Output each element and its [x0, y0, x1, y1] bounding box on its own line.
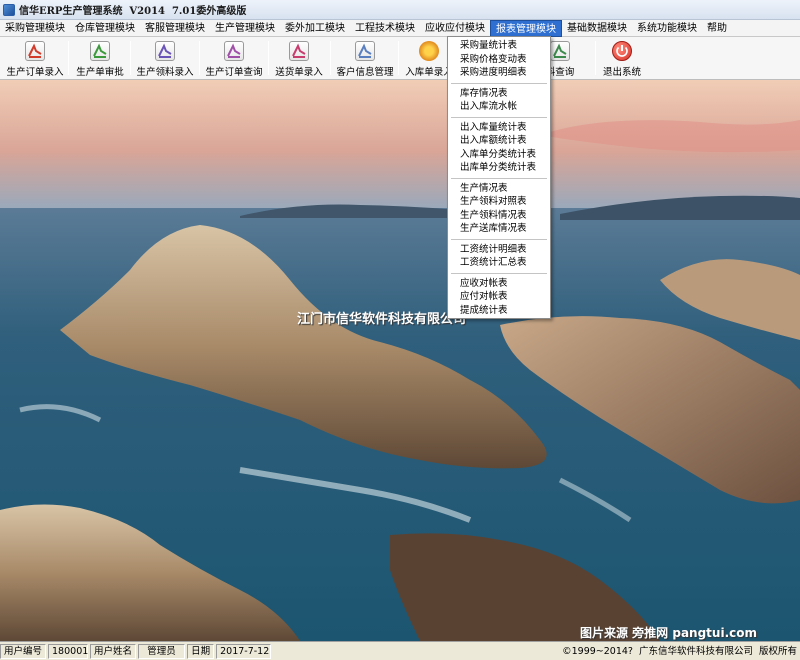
- image-source-watermark: 图片来源 旁推网 pangtui.com: [580, 626, 757, 640]
- report-menu-item[interactable]: 生产领料情况表: [448, 209, 550, 223]
- toolbar-separator: [268, 41, 269, 75]
- production-order-entry-button[interactable]: 生产订单录入: [2, 39, 68, 78]
- toolbar-separator: [595, 41, 596, 75]
- report-menu-item[interactable]: 工资统计汇总表: [448, 256, 550, 270]
- user-id-value: 180001: [48, 643, 88, 659]
- desktop-background: 江门市信华软件科技有限公司 图片来源 旁推网 pangtui.com: [0, 80, 800, 641]
- exit-system-button[interactable]: 退出系统: [597, 39, 647, 78]
- date-label: 日期: [187, 643, 215, 659]
- customer-document-icon: [355, 41, 375, 61]
- report-menu-item[interactable]: 应收对帐表: [448, 277, 550, 291]
- approve-document-icon: [90, 41, 110, 61]
- window-title: 信华ERP生产管理系统 V2014 7.01委外高级版: [19, 6, 247, 17]
- toolbar-button-label: 送货单录入: [275, 67, 323, 78]
- production-order-approval-button[interactable]: 生产单审批: [70, 39, 130, 78]
- toolbar: 生产订单录入 生产单审批 生产领料录入 生产订单查询 送货单录入 客户信息管理 入库单录入料…: [0, 37, 800, 80]
- report-menu-item[interactable]: 工资统计明细表: [448, 243, 550, 257]
- menu-system[interactable]: 系统功能模块: [632, 20, 702, 37]
- requisition-document-icon: [155, 41, 175, 61]
- delivery-note-entry-button[interactable]: 送货单录入: [270, 39, 328, 78]
- report-menu-item[interactable]: 生产领料对照表: [448, 195, 550, 209]
- menu-customer-service[interactable]: 客服管理模块: [140, 20, 210, 37]
- menu-separator: [451, 82, 547, 84]
- menu-outsourcing[interactable]: 委外加工模块: [280, 20, 350, 37]
- rights-text: 版权所有: [758, 645, 797, 657]
- menu-purchase[interactable]: 采购管理模块: [0, 20, 70, 37]
- material-query-icon: [550, 41, 570, 61]
- menu-separator: [451, 116, 547, 118]
- toolbar-button-label: 生产领料录入: [136, 67, 194, 78]
- toolbar-separator: [130, 41, 131, 75]
- menu-warehouse[interactable]: 仓库管理模块: [70, 20, 140, 37]
- report-menu-item[interactable]: 应付对帐表: [448, 290, 550, 304]
- toolbar-button-label: 生产订单查询: [205, 67, 263, 78]
- toolbar-separator: [68, 41, 69, 75]
- toolbar-button-label: 入库单录入: [405, 67, 453, 78]
- menu-help[interactable]: 帮助: [702, 20, 732, 37]
- company-watermark: 江门市信华软件科技有限公司: [297, 312, 467, 327]
- report-menu-item[interactable]: 库存情况表: [448, 87, 550, 101]
- company-name: 广东信华软件科技有限公司: [638, 645, 753, 657]
- menu-base-data[interactable]: 基础数据模块: [562, 20, 632, 37]
- coastline-photo: [0, 80, 800, 641]
- date-value: 2017-7-12: [216, 643, 272, 659]
- customer-info-management-button[interactable]: 客户信息管理: [332, 39, 398, 78]
- user-id-label: 用户编号: [0, 643, 47, 659]
- app-logo-icon: [3, 3, 15, 16]
- report-menu-item[interactable]: 出入库额统计表: [448, 134, 550, 148]
- report-menu-item[interactable]: 提成统计表: [448, 304, 550, 318]
- menu-production[interactable]: 生产管理模块: [210, 20, 280, 37]
- report-menu-item[interactable]: 生产送库情况表: [448, 222, 550, 236]
- warehouse-flower-icon: [419, 41, 439, 61]
- menu-separator: [451, 177, 547, 179]
- report-menu-item[interactable]: 出入库量统计表: [448, 121, 550, 135]
- search-document-icon: [224, 41, 244, 61]
- toolbar-button-label: 生产订单录入: [6, 67, 64, 78]
- toolbar-button-label: 客户信息管理: [336, 67, 394, 78]
- user-name-label: 用户姓名: [90, 643, 137, 659]
- report-menu-item[interactable]: 出库单分类统计表: [448, 161, 550, 175]
- menu-separator: [451, 238, 547, 240]
- report-menu-item[interactable]: 出入库流水帐: [448, 100, 550, 114]
- toolbar-separator: [330, 41, 331, 75]
- report-menu-item[interactable]: 采购进度明细表: [448, 66, 550, 80]
- title-bar: 信华ERP生产管理系统 V2014 7.01委外高级版: [0, 0, 800, 20]
- report-menu-dropdown: 采购量统计表 采购价格变动表 采购进度明细表 库存情况表 出入库流水帐 出入库量统计表 出入…: [447, 36, 551, 319]
- power-exit-icon: [612, 41, 632, 61]
- report-menu-item[interactable]: 采购价格变动表: [448, 53, 550, 67]
- copyright-text: ©1999~2014?: [562, 645, 633, 657]
- pdf-document-icon: [25, 41, 45, 61]
- production-requisition-entry-button[interactable]: 生产领料录入: [133, 39, 197, 78]
- toolbar-button-label: 退出系统: [602, 67, 641, 78]
- user-name-value: 管理员: [138, 643, 186, 659]
- menu-bar: 采购管理模块 仓库管理模块 客服管理模块 生产管理模块 委外加工模块 工程技术模块 应收应付…: [0, 19, 800, 37]
- toolbar-button-label: 生产单审批: [76, 67, 124, 78]
- report-menu-item[interactable]: 入库单分类统计表: [448, 148, 550, 162]
- report-menu-item[interactable]: 生产情况表: [448, 182, 550, 196]
- delivery-document-icon: [289, 41, 309, 61]
- menu-receivable-payable[interactable]: 应收应付模块: [420, 20, 490, 37]
- menu-engineering[interactable]: 工程技术模块: [350, 20, 420, 37]
- production-order-query-button[interactable]: 生产订单查询: [201, 39, 267, 78]
- status-bar: 用户编号 180001 用户姓名 管理员 日期 2017-7-12 ©1999~…: [0, 641, 800, 660]
- toolbar-separator: [398, 41, 399, 75]
- menu-separator: [451, 272, 547, 274]
- report-menu-item[interactable]: 采购量统计表: [448, 39, 550, 53]
- menu-reports[interactable]: 报表管理模块: [490, 19, 562, 37]
- toolbar-separator: [199, 41, 200, 75]
